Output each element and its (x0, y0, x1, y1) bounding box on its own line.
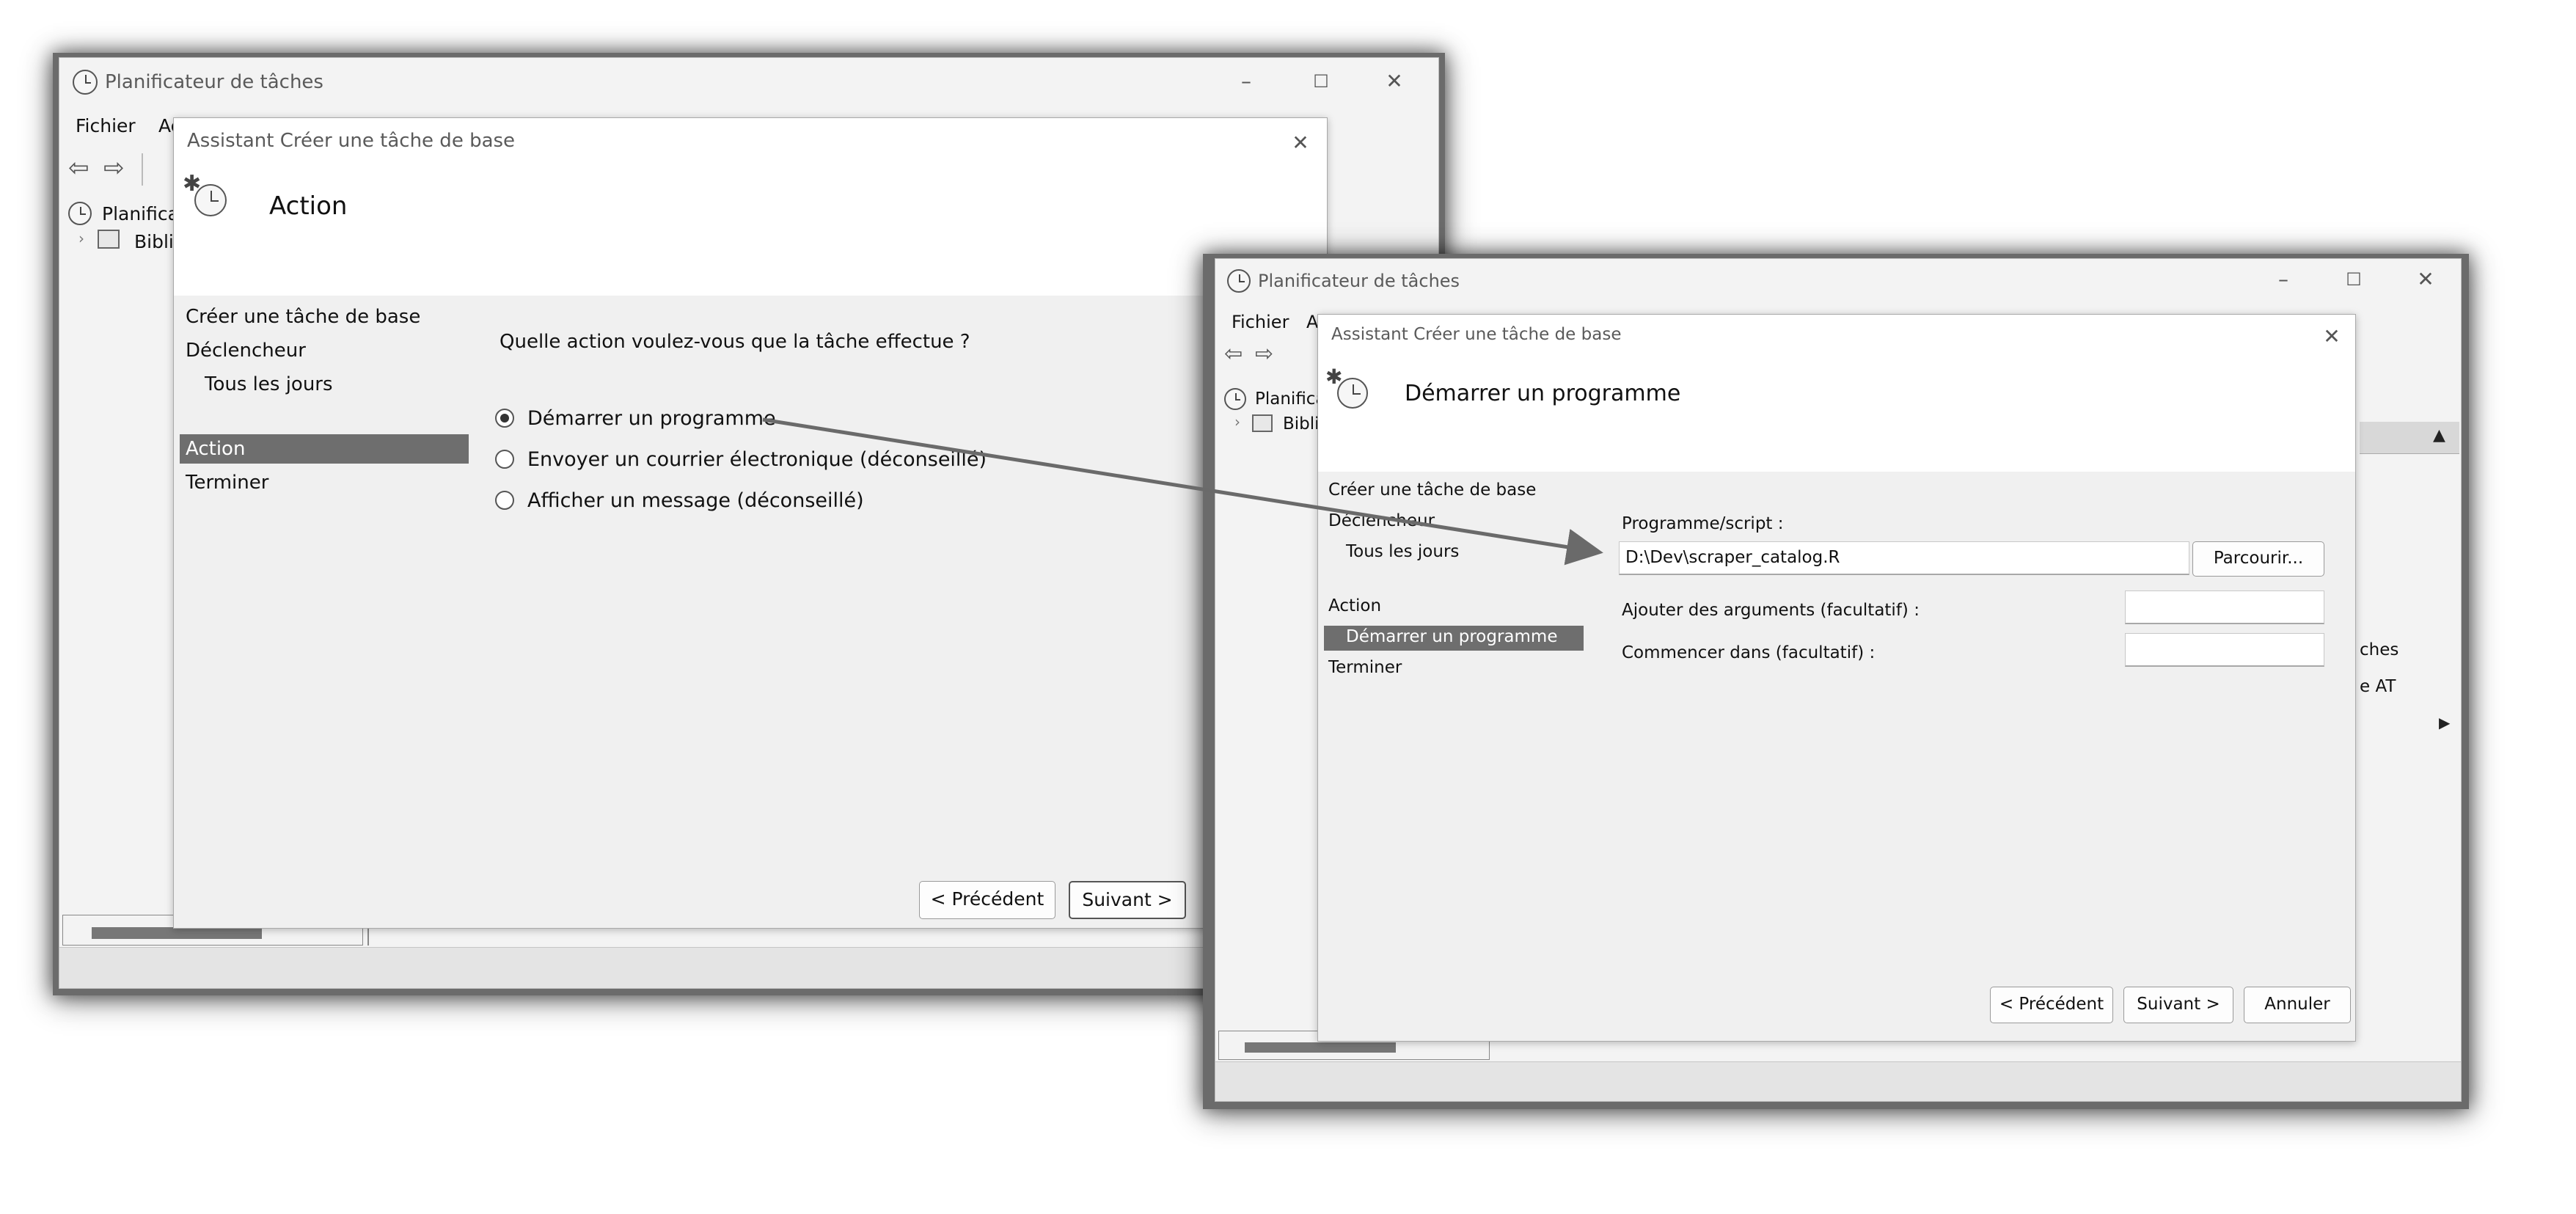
annotation-arrow (762, 417, 1603, 566)
